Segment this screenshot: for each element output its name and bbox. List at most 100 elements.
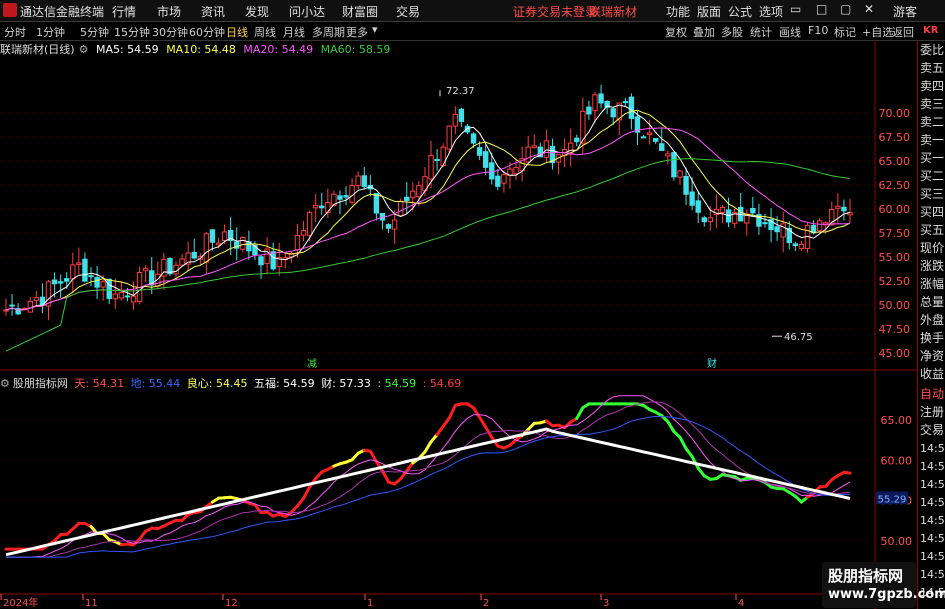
settings-gear-icon[interactable]: ⚙ [79, 43, 89, 56]
candle-body-137 [835, 205, 841, 209]
candle-body-42 [258, 256, 264, 266]
ind-main-seg-78 [472, 406, 482, 419]
watermark-line1: 股朋指标网 [828, 567, 904, 585]
candle-body-123 [750, 207, 756, 214]
candle-body-138 [841, 206, 847, 212]
price-tick-2: 65.00 [879, 155, 911, 168]
candle-body-71 [434, 159, 440, 162]
quote-label-12: 涨跌 [920, 259, 945, 273]
ind-main-seg-113 [684, 447, 694, 459]
event-tag-jian: 减 [307, 358, 317, 370]
ma60-line [5, 158, 851, 352]
high-marker-label: 72.37 [446, 86, 475, 97]
quote-label-10: 买五 [920, 223, 945, 237]
candle-body-63 [385, 224, 392, 229]
ind-main-seg-95 [575, 406, 585, 420]
quote-label-9: 买四 [920, 205, 945, 219]
candle-body-109 [665, 153, 671, 157]
candle-body-106 [646, 132, 653, 136]
candle-body-64 [391, 219, 398, 230]
panel-action-1[interactable]: 注册 [920, 405, 944, 420]
panel-action-0[interactable]: 自动 [920, 387, 944, 402]
quote-label-1: 卖五 [920, 61, 945, 75]
tick-time-7: 14:56 [920, 568, 945, 581]
candle-body-97 [592, 94, 598, 112]
ind-main-seg-110 [666, 420, 676, 434]
legend-tian: 天: 54.31 [74, 377, 125, 390]
candle-body-77 [470, 133, 477, 144]
candle-body-100 [610, 108, 616, 118]
ind-main-seg-50 [302, 485, 312, 500]
candle-body-23 [142, 268, 149, 272]
legend-ma5: MA5: 54.59 [95, 43, 159, 56]
candle-body-98 [598, 93, 604, 104]
quote-label-16: 换手 [920, 331, 945, 345]
watermark-line2: www.7gpzb.com [828, 587, 945, 602]
quote-label-15: 外盘 [920, 313, 945, 327]
candle-body-105 [640, 136, 647, 139]
event-tag-cai: 财 [707, 357, 717, 370]
price-tick-10: 45.00 [879, 347, 911, 360]
tick-time-5: 14:55 [920, 532, 945, 545]
candle-body-51 [312, 204, 319, 209]
candle-body-110 [671, 152, 677, 178]
candle-body-94 [574, 137, 580, 143]
ind-main-seg-139 [842, 470, 852, 475]
price-tick-3: 62.50 [879, 179, 911, 192]
price-tick-0: 70.00 [879, 107, 911, 120]
quote-label-4: 卖二 [920, 115, 945, 129]
candle-body-127 [774, 226, 780, 233]
candle-body-11 [70, 264, 76, 280]
price-tick-4: 60.00 [879, 203, 911, 216]
price-tick-7: 52.50 [879, 275, 911, 288]
candle-body-44 [270, 251, 276, 270]
candle-body-134 [816, 220, 823, 232]
price-tick-8: 50.00 [879, 299, 911, 312]
candle-body-39 [240, 237, 246, 250]
kline-chart[interactable]: 70.00 67.50 65.00 62.50 60.00 57.50 55.00 52.50… [0, 0, 945, 609]
candle-body-8 [51, 279, 58, 285]
quote-label-18: 收益 [920, 367, 945, 381]
main-chart-legend: 联瑞新材(日线) ⚙ MA5: 54.59 MA10: 54.48 MA20: 5… [0, 41, 394, 56]
chart-title: 联瑞新材(日线) [0, 43, 75, 56]
panel-action-2[interactable]: 交易 [920, 423, 944, 438]
ind-tick-3: 50.00 [881, 535, 913, 548]
candle-body-89 [543, 140, 550, 158]
quote-label-17: 净资 [920, 349, 945, 363]
kr-badge: KR [917, 25, 945, 39]
candle-body-48 [294, 234, 301, 251]
tick-time-3: 14:55 [920, 496, 945, 509]
quote-label-6: 买一 [920, 151, 945, 165]
date-tick-4: 2 [483, 598, 489, 609]
indicator-gear-icon[interactable]: ⚙ [0, 377, 10, 390]
candle-body-114 [695, 200, 701, 213]
candle-body-86 [525, 146, 531, 163]
legend-ma60: MA60: 58.59 [320, 43, 391, 56]
quote-label-5: 卖一 [920, 133, 945, 147]
candle-body-29 [179, 258, 185, 266]
candle-body-65 [397, 200, 404, 217]
ind-main-seg-112 [678, 435, 688, 451]
candle-body-111 [677, 170, 683, 178]
legend-liangxin: 良心: 54.45 [186, 377, 248, 390]
candle-body-73 [446, 125, 452, 150]
tick-time-2: 14:55 [920, 478, 945, 491]
ind-main-seg-70 [423, 440, 433, 454]
legend-cai: 财: 57.33 [321, 377, 371, 390]
candle-body-84 [513, 167, 519, 175]
candle-body-116 [707, 217, 714, 223]
candle-body-81 [495, 175, 501, 187]
candle-body-75 [458, 108, 465, 122]
candle-body-66 [404, 196, 410, 202]
ind-main-seg-72 [435, 424, 445, 437]
price-tick-5: 57.50 [879, 227, 911, 240]
candle-body-67 [410, 190, 416, 199]
ind-main-seg-73 [441, 416, 451, 428]
candle-body-96 [586, 106, 592, 115]
candle-body-0 [3, 309, 9, 312]
candle-body-13 [82, 258, 88, 282]
candle-body-125 [762, 222, 768, 225]
ind-main-seg-67 [405, 461, 415, 473]
quote-label-13: 涨幅 [920, 277, 945, 291]
legend-ma20: MA20: 54.49 [243, 43, 314, 56]
